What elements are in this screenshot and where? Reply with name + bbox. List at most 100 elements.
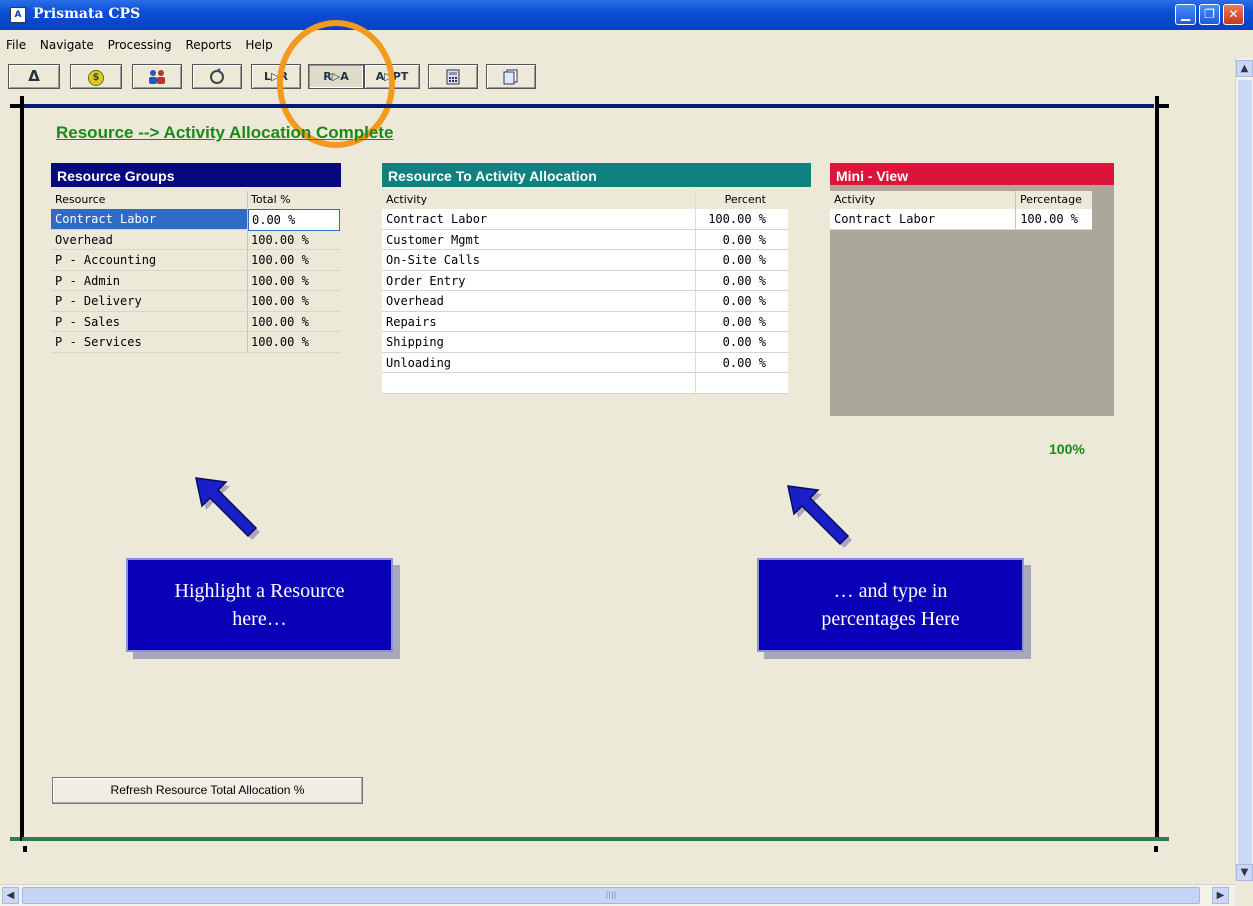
scroll-left-arrow[interactable]: ◀ <box>2 887 19 904</box>
resource-total[interactable]: 0.00 % <box>248 209 340 231</box>
toolbar-cost-button[interactable]: $ <box>70 64 122 89</box>
table-row[interactable]: P - Admin 100.00 % <box>51 270 341 291</box>
activity-percent[interactable]: 0.00 % <box>696 332 786 352</box>
close-button[interactable]: ✕ <box>1223 4 1244 25</box>
table-row[interactable]: Contract Labor 100.00 % <box>830 209 1092 230</box>
table-row[interactable]: On-Site Calls 0.00 % <box>382 250 788 271</box>
table-row[interactable]: Order Entry 0.00 % <box>382 270 788 291</box>
chevron-left-icon: ◀ <box>6 890 15 901</box>
refresh-allocation-button[interactable]: Refresh Resource Total Allocation % <box>52 777 363 804</box>
callout-text: … and type in percentages Here <box>821 580 960 630</box>
process-icon <box>210 68 224 84</box>
column-activity[interactable]: Activity <box>830 191 1016 209</box>
frame-left-border <box>20 96 24 841</box>
menu-reports[interactable]: Reports <box>179 36 235 52</box>
horizontal-scrollbar[interactable]: ◀ |||| ▶ <box>0 884 1235 906</box>
minimize-icon: ▁ <box>1180 7 1191 21</box>
activity-percent[interactable]: 0.00 % <box>696 312 786 332</box>
table-row[interactable]: Overhead 0.00 % <box>382 291 788 312</box>
frame-tick <box>1154 846 1158 852</box>
table-row[interactable]: Contract Labor 100.00 % <box>382 209 788 230</box>
resource-name[interactable]: P - Delivery <box>51 291 248 311</box>
activity-name: Customer Mgmt <box>382 229 696 250</box>
activity-name: Contract Labor <box>830 209 1016 229</box>
menu-help[interactable]: Help <box>239 36 276 52</box>
toolbar-delta-button[interactable]: Δ <box>8 64 60 89</box>
resource-name[interactable]: P - Accounting <box>51 250 248 270</box>
activity-percent[interactable]: 0.00 % <box>696 230 786 250</box>
table-row[interactable]: Repairs 0.00 % <box>382 311 788 332</box>
resource-total[interactable]: 100.00 % <box>248 250 340 270</box>
table-row[interactable]: Unloading 0.00 % <box>382 352 788 373</box>
chevron-up-icon: ▲ <box>1240 63 1249 74</box>
pointer-arrow-icon <box>195 477 260 540</box>
toolbar-people-button[interactable] <box>132 64 182 89</box>
scroll-thumb[interactable]: |||| <box>22 887 1200 904</box>
activity-name[interactable] <box>382 373 696 393</box>
table-row[interactable]: P - Accounting 100.00 % <box>51 250 341 271</box>
title-bar: A Prismata CPS ▁ ❐ ✕ <box>0 0 1253 30</box>
activity-percent[interactable]: 0.00 % <box>696 250 786 270</box>
close-icon: ✕ <box>1228 7 1239 21</box>
menu-navigate[interactable]: Navigate <box>34 36 98 52</box>
resource-name[interactable]: P - Services <box>51 332 248 352</box>
table-header: Resource Total % <box>51 191 341 209</box>
activity-name: Unloading <box>382 352 696 373</box>
column-activity[interactable]: Activity <box>382 191 696 209</box>
resource-name[interactable]: Contract Labor <box>51 209 248 229</box>
pointer-arrow-icon <box>787 485 852 548</box>
scroll-right-arrow[interactable]: ▶ <box>1212 887 1229 904</box>
resource-total[interactable]: 100.00 % <box>248 291 340 311</box>
resource-name[interactable]: P - Sales <box>51 311 248 332</box>
frame-right-border <box>1155 96 1159 841</box>
toolbar-process-button[interactable] <box>192 64 242 89</box>
frame-tick <box>23 846 27 852</box>
resource-name[interactable]: Overhead <box>51 229 248 250</box>
toolbar-calculator-button[interactable] <box>428 64 478 89</box>
minimize-button[interactable]: ▁ <box>1175 4 1196 25</box>
restore-button[interactable]: ❐ <box>1199 4 1220 25</box>
allocation-table: Activity Percent Contract Labor 100.00 % C… <box>382 191 788 394</box>
activity-percent[interactable]: 0.00 % <box>696 291 786 311</box>
mini-view-table: Activity Percentage Contract Labor 100.00 … <box>830 191 1092 230</box>
callout-type-percentages: … and type in percentages Here <box>757 558 1024 652</box>
activity-percent[interactable]: 0.00 % <box>696 353 786 373</box>
mini-view-header: Mini - View <box>830 163 1114 187</box>
scroll-thumb[interactable] <box>1238 80 1252 870</box>
table-row[interactable]: Overhead 100.00 % <box>51 229 341 250</box>
scroll-down-arrow[interactable]: ▼ <box>1236 864 1253 881</box>
activity-percent[interactable]: 100.00 % <box>696 209 786 229</box>
column-total[interactable]: Total % <box>248 191 340 209</box>
activity-percent[interactable] <box>696 373 786 393</box>
scroll-up-arrow[interactable]: ▲ <box>1236 60 1253 77</box>
frame-bottom-border <box>22 837 1157 841</box>
table-row[interactable]: P - Services 100.00 % <box>51 332 341 353</box>
resource-name[interactable]: P - Admin <box>51 270 248 291</box>
table-row[interactable]: Shipping 0.00 % <box>382 332 788 353</box>
toolbar-document-button[interactable] <box>486 64 536 89</box>
activity-percent[interactable]: 0.00 % <box>696 271 786 291</box>
resource-total[interactable]: 100.00 % <box>248 230 340 250</box>
menu-processing[interactable]: Processing <box>102 36 176 52</box>
resource-total[interactable]: 100.00 % <box>248 271 340 291</box>
column-percent[interactable]: Percent <box>696 191 786 209</box>
menu-file[interactable]: File <box>0 36 30 52</box>
table-row[interactable]: Customer Mgmt 0.00 % <box>382 229 788 250</box>
people-icon <box>149 70 165 84</box>
column-percentage[interactable]: Percentage <box>1016 191 1090 209</box>
activity-name: On-Site Calls <box>382 250 696 270</box>
table-row[interactable]: P - Delivery 100.00 % <box>51 291 341 312</box>
vertical-scrollbar[interactable]: ▲ ▼ <box>1235 58 1253 881</box>
resource-total[interactable]: 100.00 % <box>248 332 340 352</box>
column-resource[interactable]: Resource <box>51 191 248 209</box>
activity-name: Overhead <box>382 291 696 311</box>
page-title: Resource --> Activity Allocation Complet… <box>56 123 394 142</box>
table-header: Activity Percent <box>382 191 788 209</box>
menu-bar: File Navigate Processing Reports Help <box>0 36 277 56</box>
chevron-right-icon: ▶ <box>1216 890 1225 901</box>
resource-total[interactable]: 100.00 % <box>248 312 340 332</box>
table-row[interactable]: P - Sales 100.00 % <box>51 311 341 332</box>
table-row-new[interactable] <box>382 373 788 394</box>
table-row[interactable]: Contract Labor 0.00 % <box>51 209 341 231</box>
allocation-total: 100% <box>1049 441 1085 457</box>
